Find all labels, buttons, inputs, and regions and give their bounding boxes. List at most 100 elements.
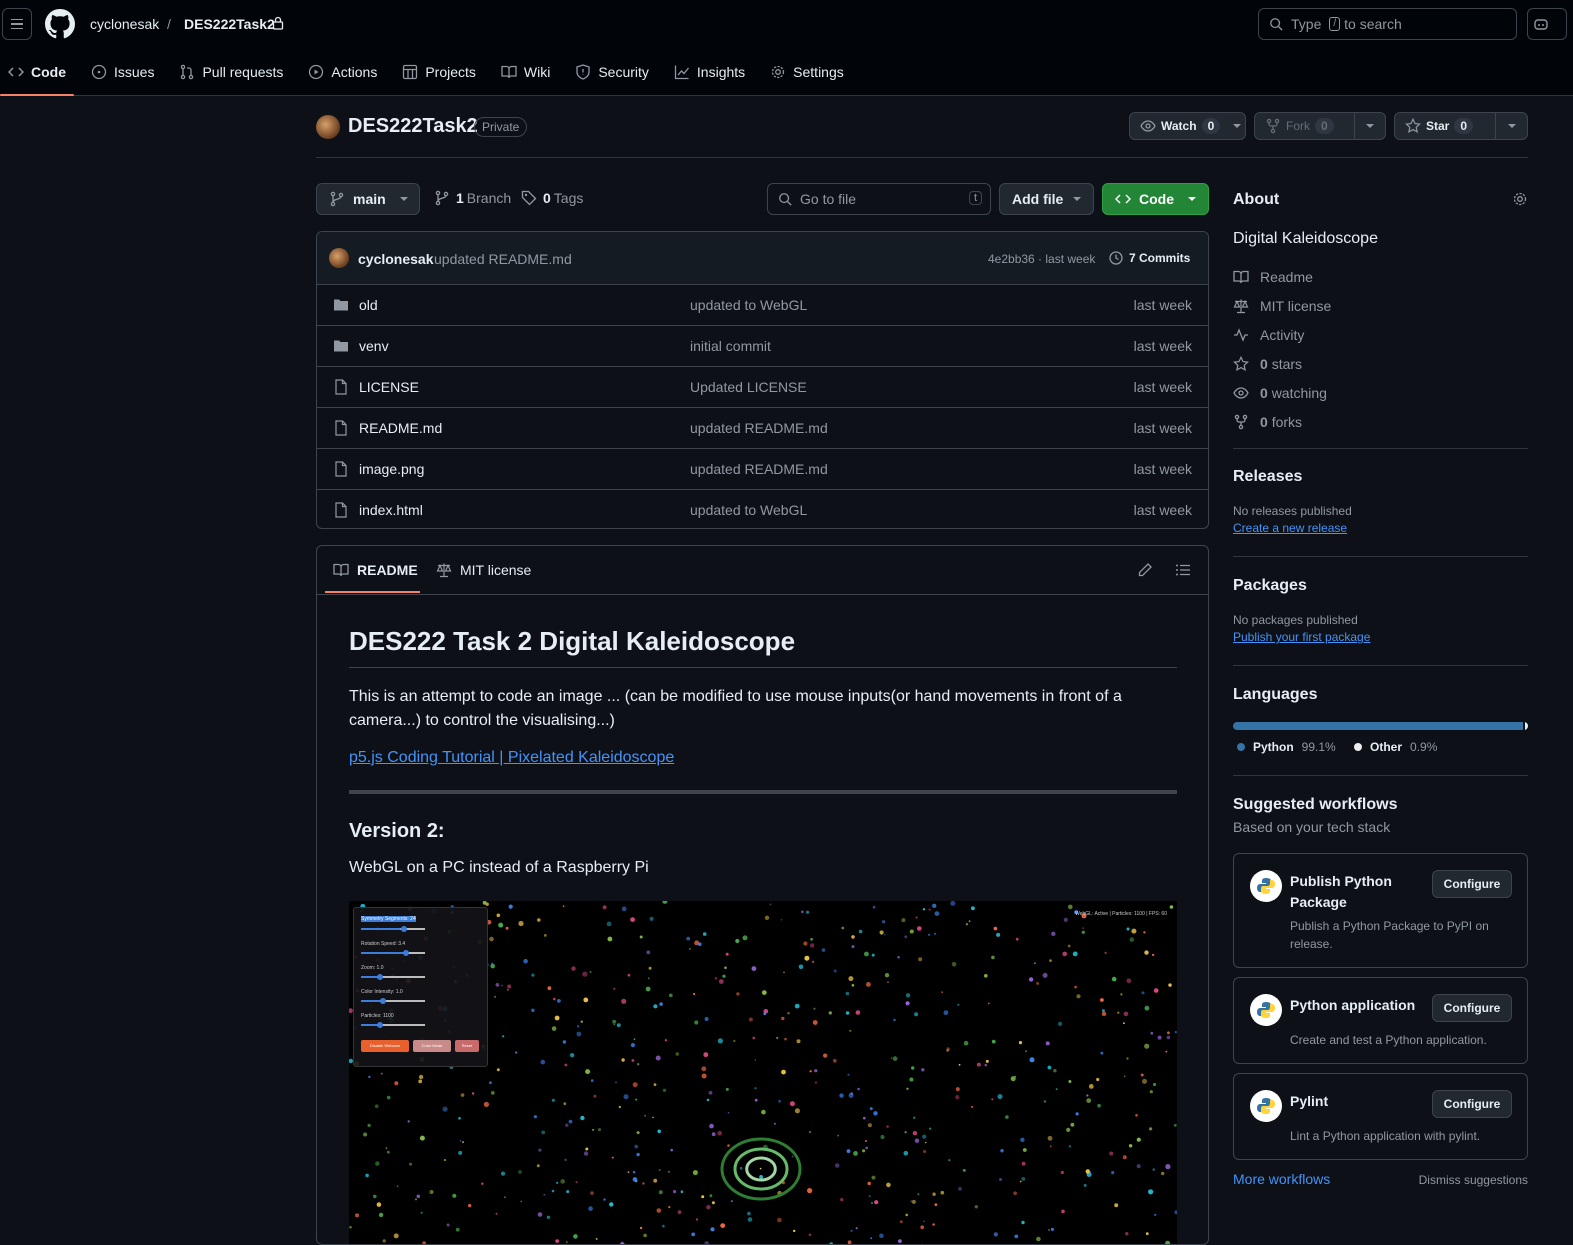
stars-link[interactable]: 0 stars bbox=[1233, 356, 1302, 372]
workflow-card: Python application Create and test a Pyt… bbox=[1233, 977, 1528, 1064]
watching-link[interactable]: 0 watching bbox=[1233, 385, 1327, 401]
add-file-button[interactable]: Add file bbox=[999, 183, 1094, 215]
tab-actions[interactable]: Actions bbox=[300, 56, 385, 88]
code-button[interactable]: Code bbox=[1102, 183, 1209, 215]
tab-license[interactable]: MIT license bbox=[436, 562, 531, 578]
table-row[interactable]: LICENSE Updated LICENSE last week bbox=[317, 367, 1208, 408]
menu-button[interactable] bbox=[2, 8, 32, 40]
branches-link[interactable]: 1 Branch bbox=[434, 190, 511, 206]
particle bbox=[655, 1055, 661, 1061]
tab-security[interactable]: Security bbox=[567, 56, 657, 88]
copilot-button[interactable] bbox=[1527, 8, 1567, 40]
tab-wiki[interactable]: Wiki bbox=[493, 56, 558, 88]
github-logo-icon[interactable] bbox=[45, 9, 75, 39]
repo-title[interactable]: DES222Task2 bbox=[348, 115, 478, 138]
tags-link[interactable]: 0 Tags bbox=[521, 190, 583, 206]
more-workflows-link[interactable]: More workflows bbox=[1233, 1171, 1330, 1187]
particle bbox=[905, 993, 911, 998]
fork-button[interactable]: Fork 0 bbox=[1255, 113, 1354, 139]
configure-button[interactable]: Configure bbox=[1432, 870, 1512, 898]
tab-settings[interactable]: Settings bbox=[762, 56, 852, 88]
fork-dropdown[interactable] bbox=[1353, 113, 1385, 139]
tab-projects[interactable]: Projects bbox=[394, 56, 484, 88]
packages-title[interactable]: Packages bbox=[1233, 577, 1528, 595]
go-to-file-input[interactable]: Go to file t bbox=[767, 183, 991, 215]
watch-dropdown[interactable] bbox=[1228, 113, 1245, 139]
watch-button[interactable]: Watch 0 bbox=[1130, 113, 1228, 139]
avatar[interactable] bbox=[329, 248, 349, 268]
particle bbox=[531, 973, 535, 977]
file-name[interactable]: image.png bbox=[359, 461, 424, 477]
file-name[interactable]: old bbox=[359, 297, 378, 313]
branch-selector[interactable]: main bbox=[316, 183, 420, 215]
license-link[interactable]: MIT license bbox=[1233, 298, 1331, 314]
readme-paragraph: This is an attempt to code an image ... … bbox=[349, 688, 1122, 729]
tab-insights[interactable]: Insights bbox=[666, 56, 753, 88]
add-file-label: Add file bbox=[1012, 191, 1064, 207]
language-other[interactable]: Other 0.9% bbox=[1354, 740, 1437, 754]
particle bbox=[965, 923, 969, 926]
tab-issues[interactable]: Issues bbox=[83, 56, 162, 88]
table-row[interactable]: index.html updated to WebGL last week bbox=[317, 490, 1208, 528]
particle bbox=[623, 1094, 629, 1100]
particle bbox=[872, 905, 876, 909]
particle bbox=[1043, 1100, 1047, 1103]
breadcrumb-repo[interactable]: DES222Task2 bbox=[184, 16, 275, 32]
table-row[interactable]: README.md updated README.md last week bbox=[317, 408, 1208, 449]
file-commit-message[interactable]: updated README.md bbox=[690, 461, 828, 477]
file-commit-message[interactable]: Updated LICENSE bbox=[690, 379, 807, 395]
file-commit-message[interactable]: updated to WebGL bbox=[690, 297, 807, 313]
particle bbox=[918, 957, 923, 962]
readme-link[interactable]: Readme bbox=[1233, 269, 1313, 285]
gear-icon[interactable] bbox=[1512, 191, 1528, 207]
particle bbox=[694, 1020, 699, 1025]
forks-link[interactable]: 0 forks bbox=[1233, 414, 1302, 430]
global-search-input[interactable]: Type / to search bbox=[1258, 8, 1517, 40]
file-name[interactable]: LICENSE bbox=[359, 379, 419, 395]
file-commit-message[interactable]: updated to WebGL bbox=[690, 502, 807, 518]
releases-title[interactable]: Releases bbox=[1233, 468, 1528, 486]
commit-author[interactable]: cyclonesak bbox=[358, 251, 434, 267]
particle bbox=[748, 1017, 753, 1022]
particle bbox=[645, 986, 651, 992]
pencil-icon[interactable] bbox=[1137, 562, 1153, 578]
language-python[interactable]: Python 99.1% bbox=[1237, 740, 1336, 754]
particle bbox=[722, 974, 726, 978]
star-icon bbox=[1405, 118, 1421, 134]
file-name[interactable]: index.html bbox=[359, 502, 423, 518]
commits-link[interactable]: 7 Commits bbox=[1108, 250, 1190, 266]
table-row[interactable]: image.png updated README.md last week bbox=[317, 449, 1208, 490]
configure-button[interactable]: Configure bbox=[1432, 994, 1512, 1022]
file-name[interactable]: README.md bbox=[359, 420, 442, 436]
table-row[interactable]: venv initial commit last week bbox=[317, 326, 1208, 367]
tab-pull-requests[interactable]: Pull requests bbox=[171, 56, 291, 88]
owner-avatar[interactable] bbox=[316, 115, 340, 139]
commit-hash-date[interactable]: 4e2bb36 · last week bbox=[988, 252, 1095, 266]
dismiss-suggestions-button[interactable]: Dismiss suggestions bbox=[1419, 1173, 1528, 1187]
tab-readme[interactable]: README bbox=[333, 562, 418, 578]
file-icon bbox=[335, 461, 347, 477]
chevron-down-icon bbox=[1073, 197, 1082, 201]
create-release-link[interactable]: Create a new release bbox=[1233, 521, 1528, 535]
particle bbox=[1166, 1035, 1171, 1040]
publish-package-link[interactable]: Publish your first package bbox=[1233, 630, 1528, 644]
star-button[interactable]: Star 0 bbox=[1395, 113, 1495, 139]
particle bbox=[491, 962, 494, 965]
file-commit-message[interactable]: updated README.md bbox=[690, 420, 828, 436]
list-icon[interactable] bbox=[1175, 562, 1191, 578]
readme-link[interactable]: p5.js Coding Tutorial | Pixelated Kaleid… bbox=[349, 749, 1177, 767]
particle bbox=[483, 1101, 489, 1107]
tab-code[interactable]: Code bbox=[0, 56, 74, 96]
configure-button[interactable]: Configure bbox=[1432, 1090, 1512, 1118]
particle bbox=[1082, 927, 1085, 929]
breadcrumb-owner[interactable]: cyclonesak bbox=[90, 16, 159, 32]
folder-icon bbox=[334, 340, 348, 352]
commit-message[interactable]: updated README.md bbox=[434, 251, 572, 267]
file-name[interactable]: venv bbox=[359, 338, 389, 354]
star-dropdown[interactable] bbox=[1495, 113, 1527, 139]
particle bbox=[1029, 1057, 1035, 1063]
particle bbox=[662, 901, 668, 904]
activity-link[interactable]: Activity bbox=[1233, 327, 1304, 343]
file-commit-message[interactable]: initial commit bbox=[690, 338, 771, 354]
table-row[interactable]: old updated to WebGL last week bbox=[317, 285, 1208, 326]
